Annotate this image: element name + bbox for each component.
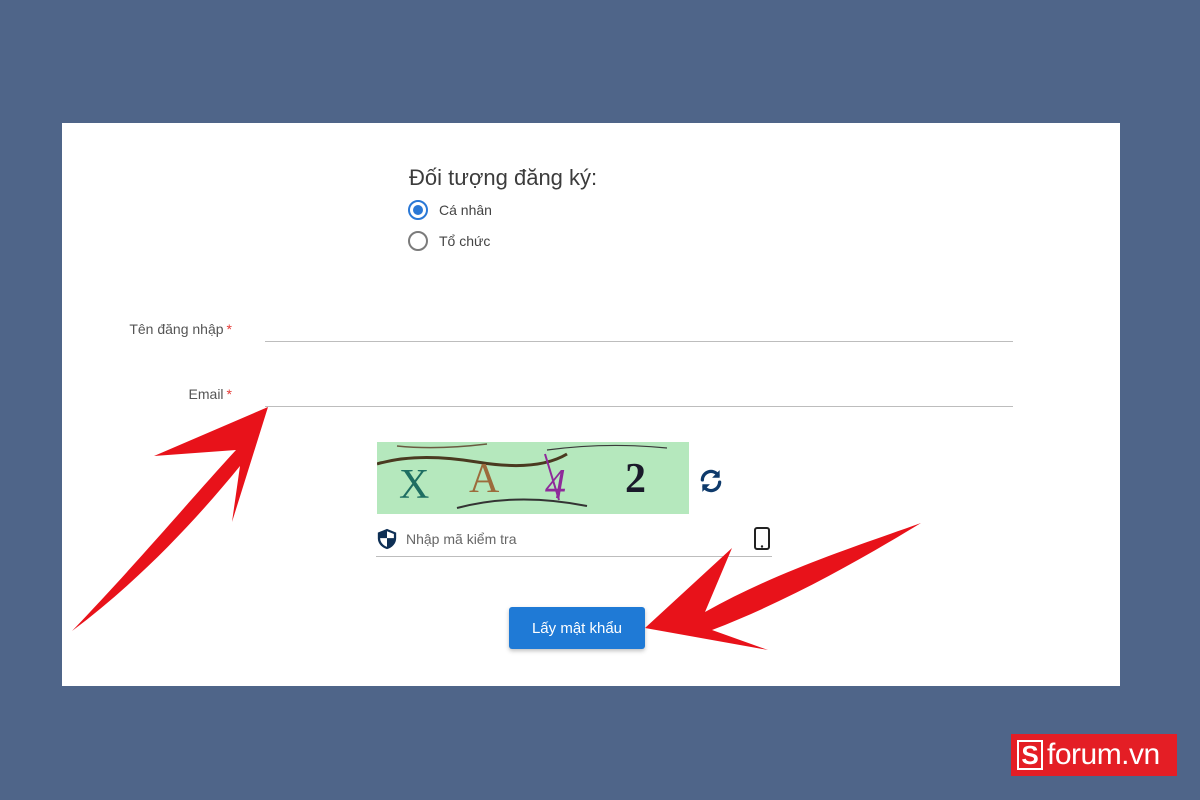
username-input[interactable] bbox=[265, 315, 1013, 342]
radio-label-individual: Cá nhân bbox=[439, 202, 492, 218]
captcha-char: 2 bbox=[625, 456, 646, 502]
captcha-char: A bbox=[469, 456, 500, 502]
radio-button-individual[interactable] bbox=[408, 200, 428, 220]
shield-icon bbox=[377, 528, 397, 549]
radio-option-individual[interactable]: Cá nhân bbox=[408, 200, 492, 220]
required-asterisk: * bbox=[226, 321, 232, 337]
refresh-icon[interactable] bbox=[698, 468, 724, 494]
email-label: Email * bbox=[62, 386, 232, 402]
captcha-input-row bbox=[376, 521, 772, 557]
sforum-logo: S forum.vn bbox=[1011, 734, 1177, 776]
captcha-input[interactable] bbox=[398, 530, 752, 547]
logo-letter: S bbox=[1017, 740, 1043, 770]
email-input[interactable] bbox=[265, 380, 1013, 407]
radio-option-organization[interactable]: Tổ chức bbox=[408, 231, 490, 251]
captcha-image: X A 4 2 bbox=[377, 442, 689, 514]
radio-label-organization: Tổ chức bbox=[439, 233, 491, 249]
email-label-text: Email bbox=[188, 386, 224, 402]
username-label: Tên đăng nhập * bbox=[62, 321, 232, 337]
required-asterisk: * bbox=[226, 386, 232, 402]
get-password-button[interactable]: Lấy mật khẩu bbox=[509, 607, 645, 649]
registrant-type-title: Đối tượng đăng ký: bbox=[409, 165, 598, 190]
registration-panel: Đối tượng đăng ký: Cá nhân Tổ chức Tên đ… bbox=[62, 123, 1120, 686]
captcha-char: X bbox=[399, 462, 429, 508]
radio-button-organization[interactable] bbox=[408, 231, 428, 251]
username-label-text: Tên đăng nhập bbox=[129, 321, 224, 337]
captcha-char: 4 bbox=[545, 462, 566, 508]
mobile-phone-icon[interactable] bbox=[752, 526, 772, 551]
logo-text: forum.vn bbox=[1047, 738, 1160, 771]
